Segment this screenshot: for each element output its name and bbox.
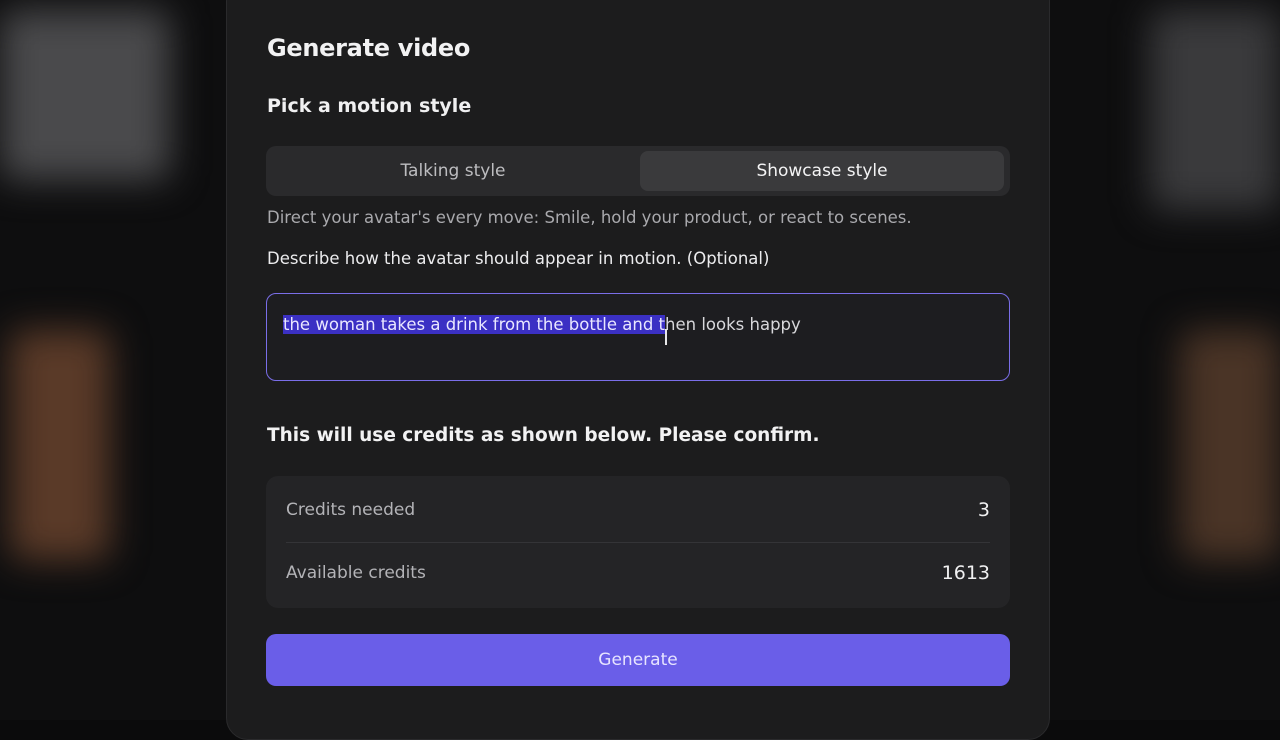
- prompt-selected-text: the woman takes a drink from the bottle …: [283, 315, 666, 334]
- generate-button[interactable]: Generate: [266, 634, 1010, 686]
- credits-needed-value: 3: [977, 499, 990, 521]
- credits-needed-label: Credits needed: [286, 500, 416, 520]
- credits-needed-row: Credits needed 3: [286, 499, 990, 530]
- background-thumbnail: [0, 10, 170, 180]
- motion-style-label: Pick a motion style: [267, 95, 472, 117]
- available-credits-label: Available credits: [286, 563, 426, 583]
- background-thumbnail: [10, 330, 110, 560]
- prompt-unselected-text: hen looks happy: [665, 315, 801, 334]
- available-credits-row: Available credits 1613: [286, 562, 990, 593]
- credits-panel: Credits needed 3 Available credits 1613: [266, 476, 1010, 608]
- motion-style-switch: Talking style Showcase style: [266, 146, 1010, 196]
- background-thumbnail: [1150, 10, 1280, 210]
- prompt-text[interactable]: the woman takes a drink from the bottle …: [283, 315, 801, 334]
- available-credits-value: 1613: [941, 562, 990, 584]
- talking-style-option[interactable]: Talking style: [270, 151, 636, 191]
- motion-prompt-textarea[interactable]: the woman takes a drink from the bottle …: [266, 293, 1010, 381]
- showcase-style-option[interactable]: Showcase style: [640, 151, 1004, 191]
- text-cursor-icon: [665, 329, 667, 345]
- credits-confirm-text: This will use credits as shown below. Pl…: [267, 425, 820, 446]
- prompt-label: Describe how the avatar should appear in…: [267, 249, 770, 268]
- motion-hint: Direct your avatar's every move: Smile, …: [267, 208, 912, 227]
- divider: [286, 542, 990, 543]
- modal-title: Generate video: [267, 34, 471, 62]
- background-thumbnail: [1180, 330, 1280, 560]
